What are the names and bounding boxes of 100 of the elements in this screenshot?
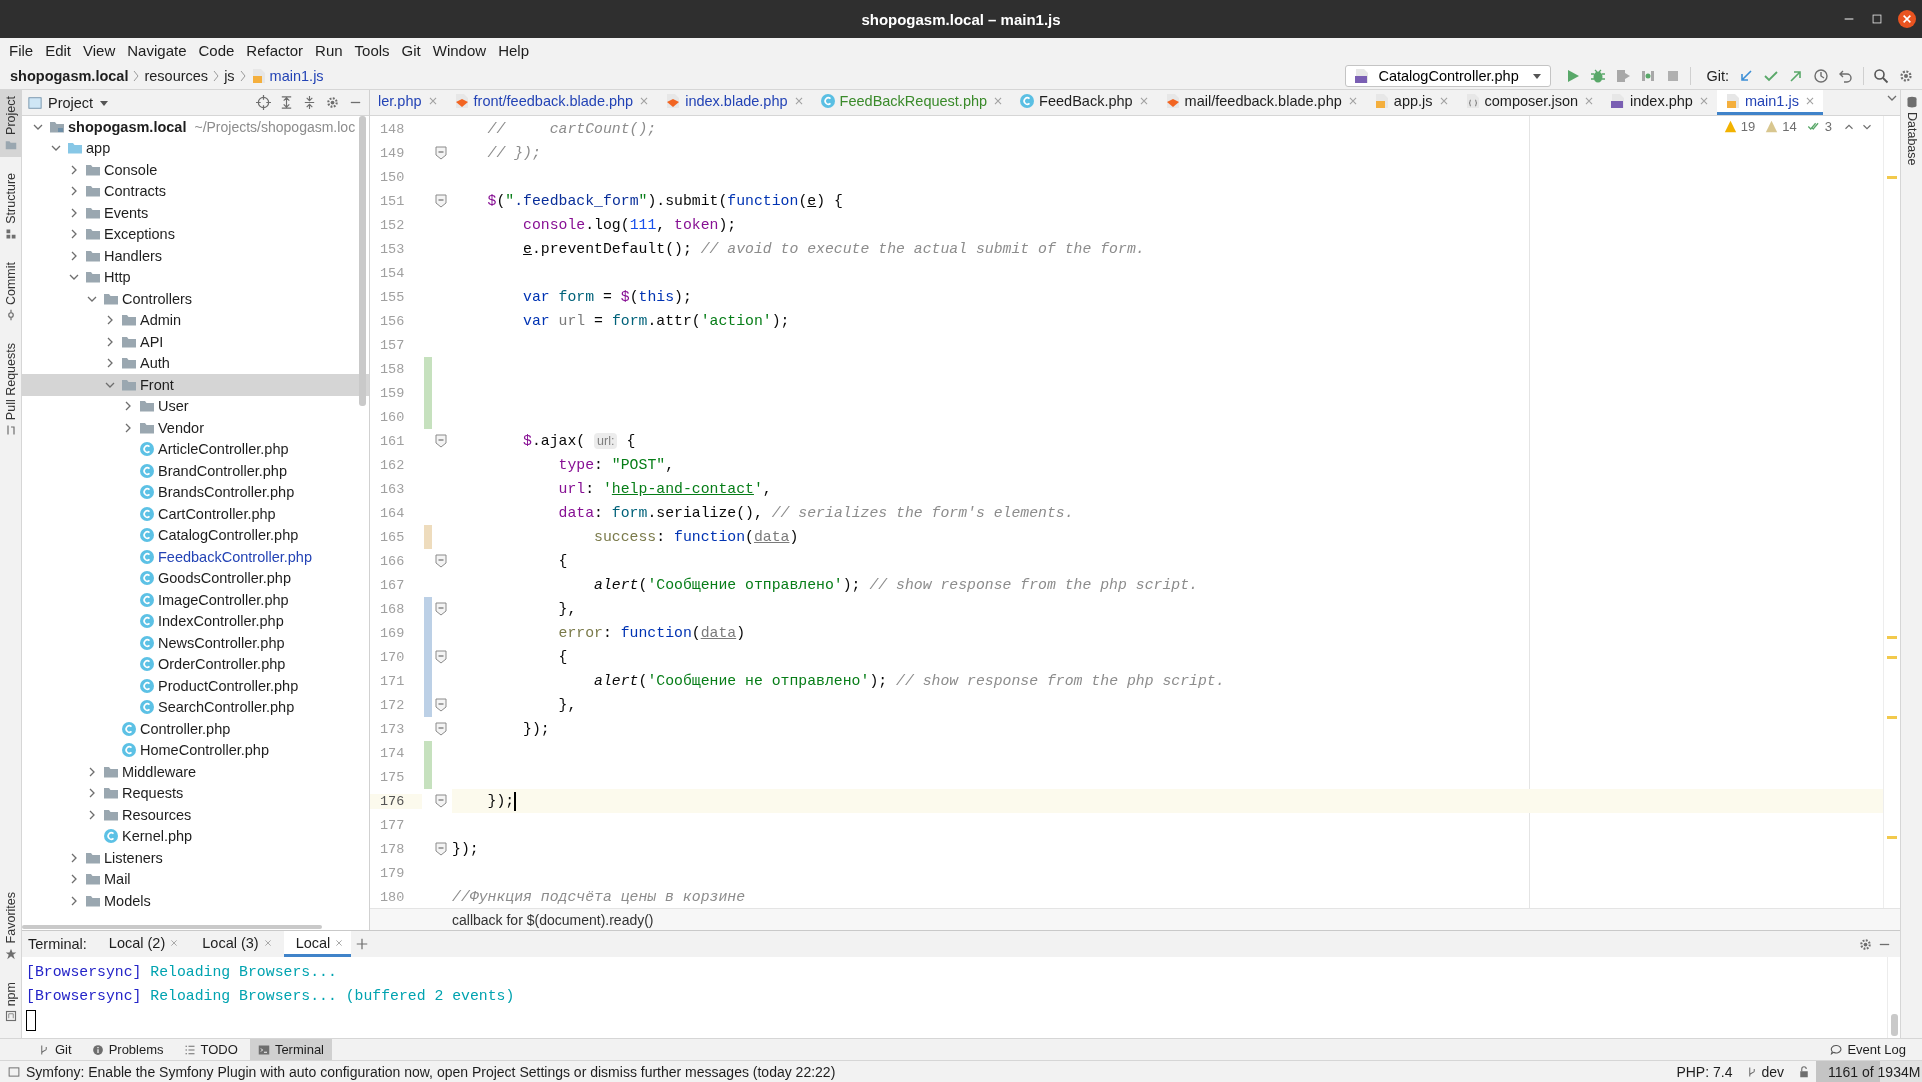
memory-indicator[interactable]: 1161 of 1934M — [1816, 1061, 1922, 1082]
tree-item[interactable]: Requests — [22, 782, 369, 804]
tree-item[interactable]: Auth — [22, 352, 369, 374]
menu-item[interactable]: Window — [426, 41, 493, 59]
settings-icon[interactable] — [325, 95, 340, 110]
php-version[interactable]: PHP: 7.4 — [1676, 1063, 1733, 1080]
menu-item[interactable]: Refactor — [240, 41, 310, 59]
bug-icon[interactable] — [1590, 67, 1607, 84]
fold-icon[interactable] — [435, 554, 447, 568]
tree-item[interactable]: IndexController.php — [22, 610, 369, 632]
maximize-icon[interactable] — [1870, 12, 1884, 26]
tree-item[interactable]: SearchController.php — [22, 696, 369, 718]
breadcrumb-item[interactable]: resources — [144, 67, 209, 84]
locate-icon[interactable] — [256, 95, 271, 110]
menu-item[interactable]: Navigate — [121, 41, 193, 59]
tree-item[interactable]: Admin — [22, 309, 369, 331]
tool-window-button[interactable]: Problems — [83, 1039, 172, 1060]
tree-item[interactable]: Console — [22, 159, 369, 181]
tree-item[interactable]: Kernel.php — [22, 825, 369, 847]
tree-item[interactable]: Controllers — [22, 288, 369, 310]
tree-item[interactable]: Resources — [22, 804, 369, 826]
tree-item[interactable]: app — [22, 137, 369, 159]
history-icon[interactable] — [1813, 67, 1829, 84]
editor-tab[interactable]: front/feedback.blade.php — [445, 90, 658, 115]
tree-item[interactable]: HomeController.php — [22, 739, 369, 761]
editor-breadcrumb[interactable]: callback for $(document).ready() — [452, 911, 654, 928]
tree-item[interactable]: GoodsController.php — [22, 567, 369, 589]
project-view-dropdown[interactable]: Project — [28, 94, 110, 111]
tool-window-button[interactable]: Database — [1901, 90, 1922, 172]
tree-item[interactable]: Models — [22, 890, 369, 912]
collapse-all-icon[interactable] — [302, 95, 317, 110]
editor-tab[interactable]: mail/feedback.blade.php — [1156, 90, 1366, 115]
breadcrumb-item[interactable]: js — [224, 67, 235, 84]
settings-icon[interactable] — [1898, 67, 1914, 84]
update-icon[interactable] — [1738, 67, 1754, 84]
expand-all-icon[interactable] — [279, 95, 294, 110]
editor-tab[interactable]: main1.js — [1716, 90, 1823, 115]
menu-item[interactable]: Help — [492, 41, 535, 59]
run-configuration-dropdown[interactable]: CatalogController.php — [1345, 64, 1552, 87]
fold-icon[interactable] — [435, 434, 447, 448]
tree-item[interactable]: shopogasm.local ~/Projects/shopogasm.loc — [22, 116, 369, 138]
fold-icon[interactable] — [435, 698, 447, 712]
tree-item[interactable]: Front — [22, 374, 369, 396]
tree-item[interactable]: CatalogController.php — [22, 524, 369, 546]
menu-item[interactable]: Git — [395, 41, 427, 59]
editor-tab[interactable]: composer.json — [1456, 90, 1602, 115]
tree-item[interactable]: ProductController.php — [22, 675, 369, 697]
terminal-tab[interactable]: Local — [283, 931, 352, 957]
fold-icon[interactable] — [435, 794, 447, 808]
tool-window-button[interactable]: Commit — [0, 255, 22, 327]
editor-tab[interactable]: FeedBack.php — [1011, 90, 1157, 115]
tree-item[interactable]: NewsController.php — [22, 632, 369, 654]
tree-item[interactable]: ImageController.php — [22, 589, 369, 611]
tree-item[interactable]: Listeners — [22, 847, 369, 869]
tool-window-button[interactable]: Project — [0, 90, 22, 157]
menu-item[interactable]: View — [77, 41, 122, 59]
lock-icon[interactable] — [1798, 1065, 1810, 1078]
tree-item[interactable]: FeedbackController.php — [22, 546, 369, 568]
tree-item[interactable]: CartController.php — [22, 503, 369, 525]
tree-item[interactable]: Vendor — [22, 417, 369, 439]
fold-icon[interactable] — [435, 842, 447, 856]
add-icon[interactable] — [355, 937, 370, 951]
tree-item[interactable]: Controller.php — [22, 718, 369, 740]
tree-item[interactable]: User — [22, 395, 369, 417]
menu-item[interactable]: Code — [192, 41, 241, 59]
tree-item[interactable]: Contracts — [22, 180, 369, 202]
fold-icon[interactable] — [435, 194, 447, 208]
tool-window-button[interactable]: TODO — [175, 1039, 246, 1060]
tool-window-button[interactable]: Terminal — [249, 1039, 332, 1060]
notification-icon[interactable] — [8, 1065, 20, 1078]
tree-item[interactable]: ArticleController.php — [22, 438, 369, 460]
fold-icon[interactable] — [435, 602, 447, 616]
tool-window-button[interactable]: Git — [30, 1039, 80, 1060]
tree-item[interactable]: Mail — [22, 868, 369, 890]
tree-item[interactable]: Exceptions — [22, 223, 369, 245]
menu-item[interactable]: Tools — [348, 41, 396, 59]
editor-tab[interactable]: app.js — [1365, 90, 1457, 115]
fold-icon[interactable] — [435, 146, 447, 160]
tree-item[interactable]: OrderController.php — [22, 653, 369, 675]
editor-tab[interactable]: index.blade.php — [657, 90, 812, 115]
tree-item[interactable]: API — [22, 331, 369, 353]
search-icon[interactable] — [1873, 67, 1889, 84]
terminal-tab[interactable]: Local (2) — [96, 931, 187, 957]
breadcrumb-item[interactable]: main1.js — [269, 67, 324, 84]
fold-icon[interactable] — [435, 650, 447, 664]
tool-window-button[interactable]: Structure — [0, 166, 22, 246]
editor-tab[interactable]: FeedBackRequest.php — [811, 90, 1012, 115]
terminal-tab[interactable]: Local (3) — [190, 931, 280, 957]
git-branch[interactable]: dev — [1761, 1063, 1784, 1080]
menu-item[interactable]: Run — [309, 41, 349, 59]
tree-item[interactable]: BrandController.php — [22, 460, 369, 482]
menu-item[interactable]: Edit — [39, 41, 78, 59]
event-log-button[interactable]: Event Log — [1822, 1039, 1914, 1060]
tree-item[interactable]: Handlers — [22, 245, 369, 267]
editor-tab[interactable]: ler.php — [370, 90, 446, 115]
tree-item[interactable]: Events — [22, 202, 369, 224]
editor-tab[interactable]: index.php — [1602, 90, 1717, 115]
coverage-icon[interactable] — [1615, 67, 1632, 84]
menu-item[interactable]: File — [3, 41, 40, 59]
double-check-icon[interactable] — [1806, 120, 1821, 133]
